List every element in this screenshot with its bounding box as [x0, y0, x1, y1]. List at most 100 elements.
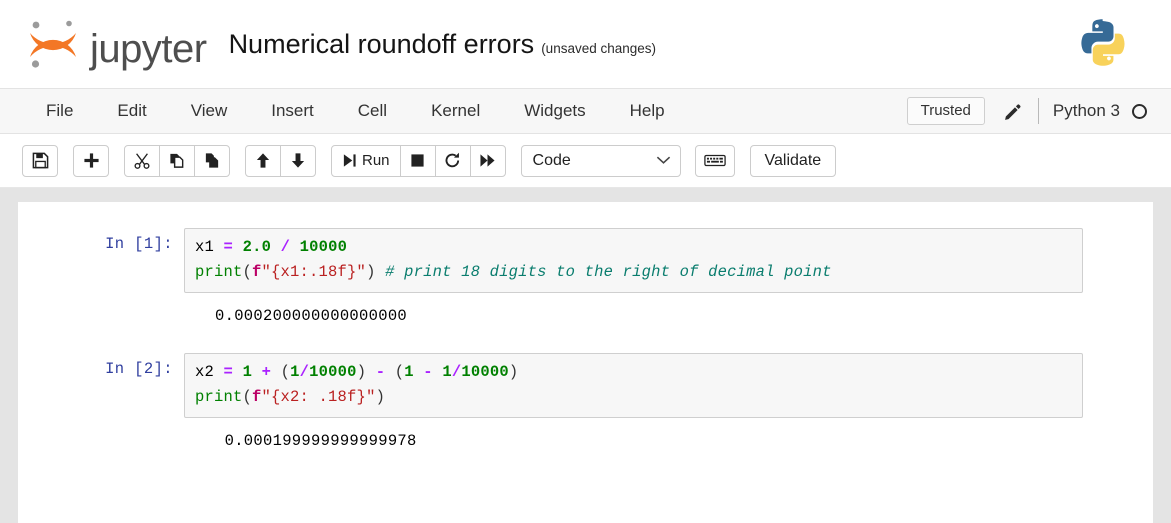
move-cell-up-button[interactable] [245, 144, 281, 177]
code-token: = [223, 238, 234, 256]
code-editor[interactable]: x2 = 1 + (1/10000) - (1 - 1/10000) print… [184, 353, 1083, 418]
code-token: / [280, 238, 291, 256]
code-token: + [261, 363, 272, 381]
code-token: ( [394, 363, 405, 381]
notebook-title-area[interactable]: Numerical roundoff errors (unsaved chang… [228, 28, 657, 59]
code-token: ) [508, 363, 519, 381]
validate-button[interactable]: Validate [749, 144, 837, 177]
pencil-icon[interactable] [985, 102, 1038, 121]
jupyter-brand[interactable]: jupyter [22, 16, 207, 72]
copy-cell-button[interactable] [159, 144, 195, 177]
code-token: # print 18 digits to the right of decima… [385, 263, 832, 281]
code-token: print [195, 263, 243, 281]
kernel-indicator-label: Python 3 [1052, 101, 1120, 120]
code-line: print(f"{x2: .18f}") [195, 385, 1072, 410]
code-token: ( [242, 388, 253, 406]
save-button[interactable] [22, 144, 58, 177]
menu-item-insert[interactable]: Insert [249, 96, 336, 126]
jupyter-wordmark: jupyter [90, 27, 207, 71]
code-token: - [423, 363, 433, 381]
paste-cell-button[interactable] [194, 144, 230, 177]
page-title: Numerical roundoff errors [228, 28, 535, 59]
jupyter-notebook-app: jupyter Numerical roundoff errors (unsav… [0, 0, 1171, 523]
code-token: ) [366, 263, 376, 281]
code-token: x2 [195, 363, 215, 381]
cell-output: 0.000199999999999978 [18, 418, 1153, 452]
code-token: 1 [404, 363, 414, 381]
menu-item-edit[interactable]: Edit [95, 96, 168, 126]
cell-spacer [18, 327, 1153, 353]
menu-bar-right: Trusted Python 3 [906, 97, 1149, 125]
trusted-badge[interactable]: Trusted [906, 97, 985, 125]
menu-item-cell[interactable]: Cell [336, 96, 409, 126]
chevron-down-icon [656, 152, 671, 170]
move-cell-down-button[interactable] [280, 144, 316, 177]
menu-item-view[interactable]: View [169, 96, 250, 126]
code-token: ) [375, 388, 386, 406]
toolbar-group-insert [73, 144, 109, 177]
menu-item-kernel[interactable]: Kernel [409, 96, 502, 126]
jupyter-logo-icon [22, 16, 84, 72]
code-line: print(f"{x1:.18f}") # print 18 digits to… [195, 260, 1072, 285]
cell-type-value: Code [532, 151, 571, 169]
cell-type-select[interactable]: Code [520, 144, 681, 177]
run-button-label: Run [362, 152, 390, 169]
code-token: = [223, 363, 234, 381]
code-token: 10000 [461, 363, 509, 381]
cell-output: 0.000200000000000000 [18, 293, 1153, 327]
code-editor[interactable]: x1 = 2.0 / 10000 print(f"{x1:.18f}") # p… [184, 228, 1083, 293]
code-token: f [252, 263, 262, 281]
python-logo-icon [1075, 14, 1131, 70]
code-token: ( [280, 363, 291, 381]
kernel-idle-circle-icon[interactable] [1132, 103, 1147, 119]
restart-kernel-button[interactable] [434, 144, 471, 177]
run-button[interactable]: Run [331, 144, 401, 177]
toolbar-group-save [22, 144, 58, 177]
code-token: 1 [442, 363, 452, 381]
code-token: 2.0 [242, 238, 272, 256]
code-line: x1 = 2.0 / 10000 [195, 235, 1072, 260]
code-token: - [375, 363, 386, 381]
output-text: 0.000200000000000000 [215, 307, 408, 325]
code-cell[interactable]: In [1]: x1 = 2.0 / 10000 print(f"{x1:.18… [18, 228, 1153, 293]
insert-cell-below-button[interactable] [73, 144, 109, 177]
notebook-scroll-area: In [1]: x1 = 2.0 / 10000 print(f"{x1:.18… [0, 188, 1171, 523]
toolbar-group-move [245, 144, 316, 177]
menu-divider [1037, 98, 1039, 124]
menu-bar: File Edit View Insert Cell Kernel Widget… [0, 88, 1171, 134]
output-text: 0.000199999999999978 [215, 432, 417, 450]
notebook-paper: In [1]: x1 = 2.0 / 10000 print(f"{x1:.18… [18, 202, 1153, 523]
save-status: (unsaved changes) [541, 40, 657, 56]
code-cell[interactable]: In [2]: x2 = 1 + (1/10000) - (1 - 1/1000… [18, 353, 1153, 418]
code-token: / [451, 363, 462, 381]
interrupt-kernel-button[interactable] [399, 144, 436, 177]
restart-and-run-all-button[interactable] [469, 144, 506, 177]
notebook-toolbar: Run Code Validate [0, 134, 1171, 188]
toolbar-group-edit [124, 144, 230, 177]
cut-cell-button[interactable] [124, 144, 160, 177]
menu-items: File Edit View Insert Cell Kernel Widget… [24, 96, 687, 126]
input-prompt: In [1]: [105, 235, 173, 253]
code-token: x1 [195, 238, 215, 256]
keyboard-icon[interactable] [694, 144, 735, 177]
code-token: 1 [242, 363, 253, 381]
code-line: x2 = 1 + (1/10000) - (1 - 1/10000) [195, 360, 1072, 385]
code-token: "{x2: .18f}" [261, 388, 376, 406]
menu-item-file[interactable]: File [24, 96, 95, 126]
code-token: 10000 [309, 363, 357, 381]
code-token: / [299, 363, 310, 381]
menu-item-help[interactable]: Help [608, 96, 687, 126]
menu-item-widgets[interactable]: Widgets [502, 96, 607, 126]
input-prompt: In [2]: [105, 360, 173, 378]
code-token: ( [242, 263, 253, 281]
